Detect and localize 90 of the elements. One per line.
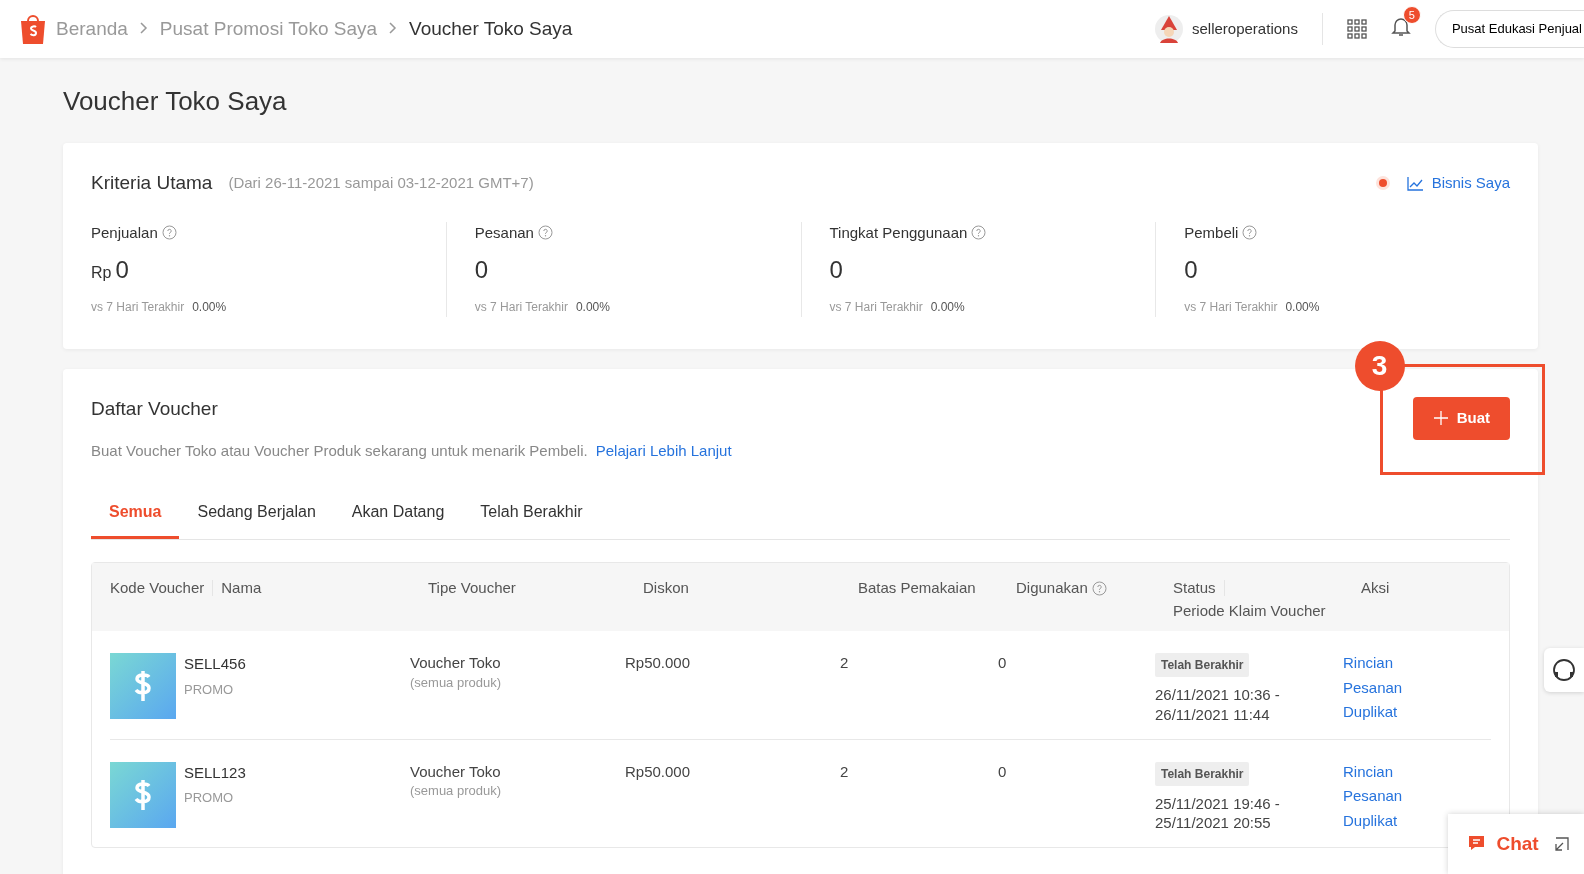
column-header: Aksi <box>1361 578 1390 599</box>
voucher-type: Voucher Toko <box>410 761 502 782</box>
column-header: Kode Voucher <box>110 578 205 599</box>
action-link[interactable]: Rincian <box>1343 653 1394 673</box>
comparison-label: vs 7 Hari Terakhir <box>829 300 923 315</box>
column-header: Digunakan <box>1016 578 1088 599</box>
breadcrumb-link[interactable]: Pusat Promosi Toko Saya <box>159 14 378 44</box>
voucher-name: PROMO <box>184 789 235 808</box>
comparison-value: 0.00% <box>1285 300 1320 315</box>
action-link[interactable]: Pesanan <box>1343 786 1403 806</box>
voucher-code: SELL123 <box>184 762 246 783</box>
usage-limit-cell: 2 <box>840 762 849 780</box>
voucher-scope: (semua produk) <box>410 673 503 692</box>
claim-period-end: 26/11/2021 11:44 <box>1155 704 1271 725</box>
help-icon <box>537 225 553 241</box>
chevron-right-icon <box>389 22 398 35</box>
filter-tab[interactable]: Telah Berakhir <box>462 488 601 540</box>
voucher-name: PROMO <box>184 680 235 699</box>
column-header: Diskon <box>643 578 689 599</box>
breadcrumb-link[interactable]: Beranda <box>56 14 128 44</box>
metric-label: Tingkat Penggunaan <box>829 222 968 243</box>
chevron-right-icon <box>139 22 148 35</box>
shopping-bag-icon <box>18 12 48 46</box>
metric-value: 0 <box>1184 255 1198 286</box>
comparison-value: 0.00% <box>930 300 965 315</box>
card-title: Daftar Voucher <box>91 397 219 422</box>
claim-period-start: 25/11/2021 19:46 - <box>1155 793 1281 814</box>
support-button[interactable] <box>1544 648 1584 692</box>
status-badge: Telah Berakhir <box>1155 653 1250 678</box>
date-range: (Dari 26-11-2021 sampai 03-12-2021 GMT+7) <box>228 173 534 194</box>
claim-period-start: 26/11/2021 10:36 - <box>1155 685 1281 705</box>
metric-value: 0 <box>829 255 843 286</box>
filter-tab[interactable]: Akan Datang <box>333 488 463 540</box>
claim-period-end: 25/11/2021 20:55 <box>1155 813 1272 833</box>
used-count-cell: 0 <box>998 762 1007 780</box>
business-link[interactable]: Bisnis Saya <box>1406 172 1510 195</box>
action-link[interactable]: Duplikat <box>1343 702 1398 722</box>
page-title: Voucher Toko Saya <box>63 86 288 118</box>
dollar-sign-icon <box>133 777 153 812</box>
comparison-value: 0.00% <box>575 300 610 315</box>
comparison-value: 0.00% <box>192 300 227 315</box>
chat-button[interactable]: Chat <box>1462 828 1545 860</box>
metric-value: 0 <box>115 255 129 286</box>
step-number: 3 <box>1354 341 1405 392</box>
column-header: Tipe Voucher <box>428 578 516 599</box>
metric-value: 0 <box>474 255 489 286</box>
apps-grid-icon <box>1346 19 1367 39</box>
notification-count: 5 <box>1402 6 1421 24</box>
help-icon <box>1242 225 1258 241</box>
line-chart-icon <box>1406 175 1424 191</box>
description-text: Buat Voucher Toko atau Voucher Produk sekarang untuk menarik Pembeli. <box>91 440 588 461</box>
metric-label: Pembeli <box>1184 222 1239 243</box>
plus-icon <box>1432 410 1449 427</box>
comparison-label: vs 7 Hari Terakhir <box>91 300 185 315</box>
minimize-icon <box>1553 836 1570 852</box>
usage-limit-cell: 2 <box>840 654 849 672</box>
help-icon <box>971 225 987 241</box>
filter-tab[interactable]: Sedang Berjalan <box>179 488 334 540</box>
metric-label: Pesanan <box>474 222 534 243</box>
bell-icon[interactable] <box>1390 15 1411 37</box>
dollar-sign-icon <box>133 669 153 704</box>
status-badge: Telah Berakhir <box>1155 761 1250 786</box>
discount-cell: Rp50.000 <box>625 762 691 780</box>
metric-label: Penjualan <box>91 222 158 243</box>
headset-icon <box>1551 657 1577 683</box>
help-icon <box>161 225 177 241</box>
learn-more-link[interactable]: Pelajari Lebih Lanjut <box>595 439 732 463</box>
discount-cell: Rp50.000 <box>625 654 691 672</box>
filter-tab[interactable]: Semua <box>91 488 180 540</box>
column-header: Batas Pemakaian <box>858 578 976 599</box>
education-center-button[interactable]: Pusat Edukasi Penjual <box>1434 10 1584 48</box>
column-header: Periode Klaim Voucher <box>1173 600 1327 621</box>
column-header: Nama <box>221 578 262 599</box>
currency-label: Rp <box>91 263 112 284</box>
action-link[interactable]: Duplikat <box>1343 810 1398 831</box>
action-link[interactable]: Pesanan <box>1343 677 1403 698</box>
action-link[interactable]: Rincian <box>1343 761 1394 782</box>
comparison-label: vs 7 Hari Terakhir <box>1184 300 1278 315</box>
breadcrumb-link[interactable]: Voucher Toko Saya <box>409 14 573 44</box>
voucher-scope: (semua produk) <box>410 782 503 801</box>
status-dot-icon <box>1374 175 1391 192</box>
comparison-label: vs 7 Hari Terakhir <box>474 300 568 315</box>
used-count-cell: 0 <box>998 654 1007 672</box>
voucher-type: Voucher Toko <box>410 653 502 673</box>
card-title: Kriteria Utama <box>91 171 213 196</box>
create-button[interactable]: Buat <box>1412 397 1510 440</box>
column-header: Status <box>1173 578 1216 599</box>
username[interactable]: selleroperations <box>1192 17 1298 41</box>
voucher-code: SELL456 <box>184 654 246 675</box>
avatar-icon <box>1154 14 1184 44</box>
